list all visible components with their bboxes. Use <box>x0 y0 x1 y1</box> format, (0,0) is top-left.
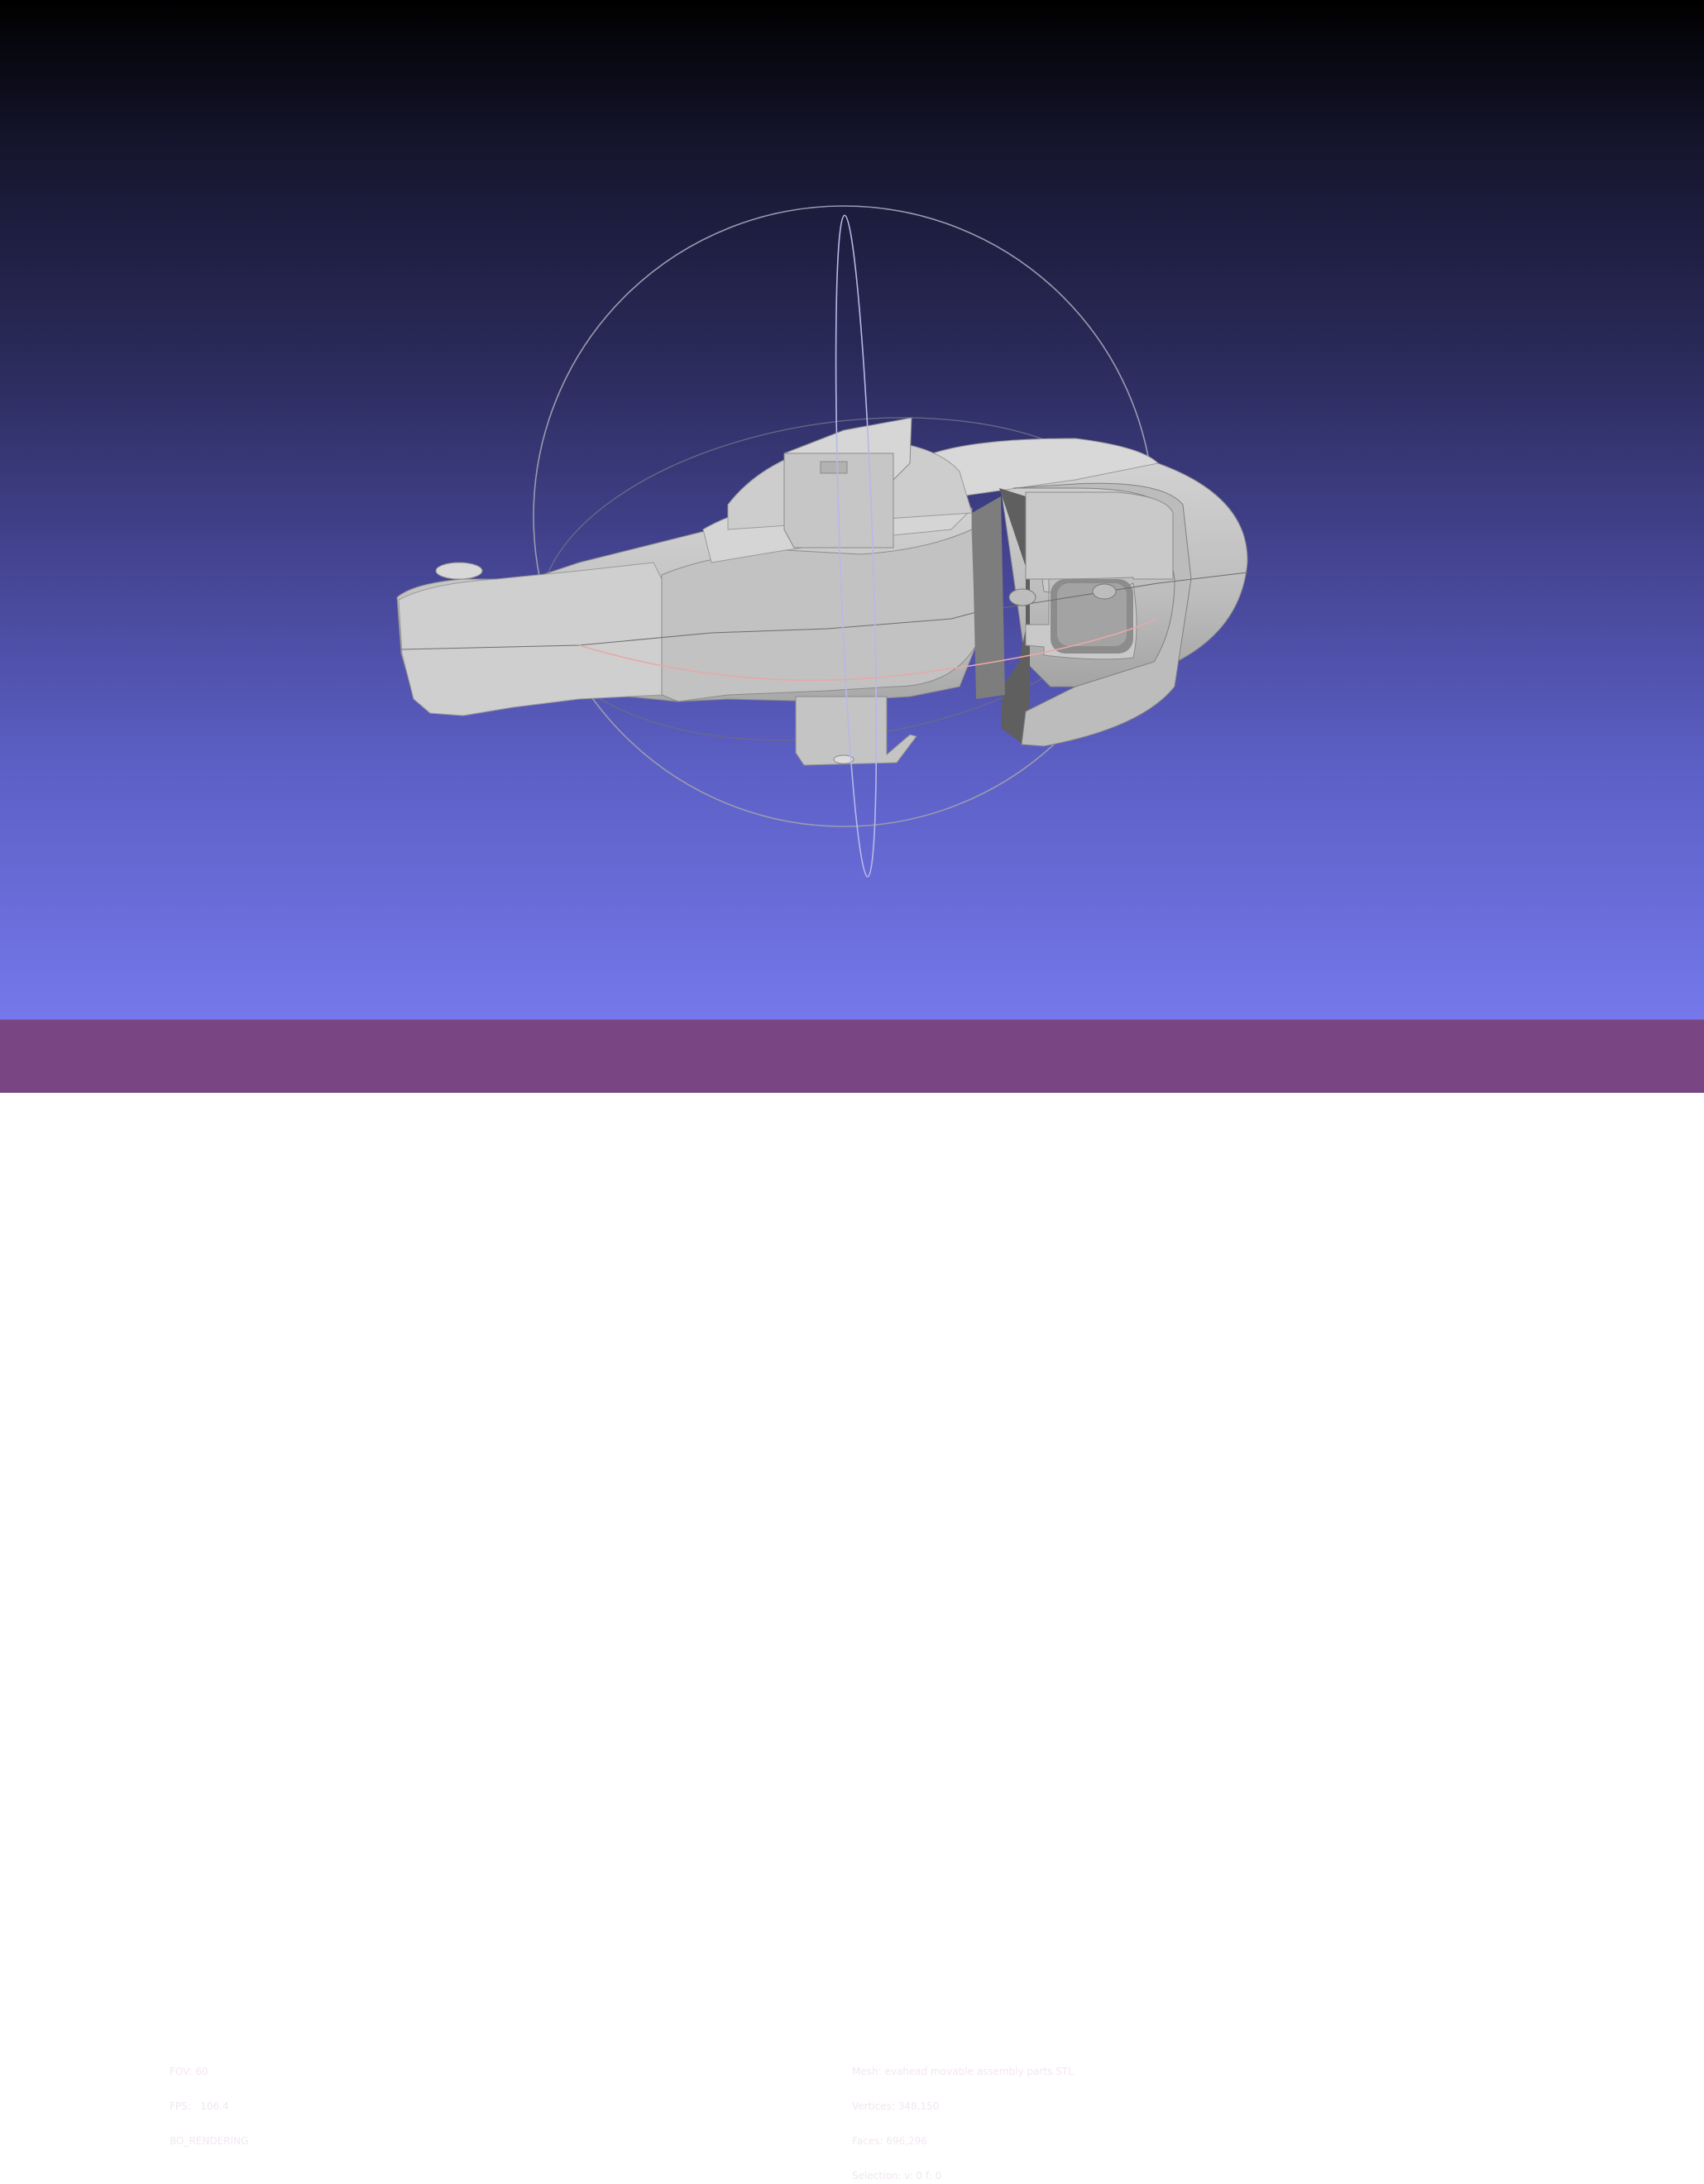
fps-readout: FPS: 106.4 <box>170 2100 229 2112</box>
mesh-lower-block <box>795 696 917 766</box>
3d-scene[interactable] <box>0 0 1704 1019</box>
render-info: FOV: 60 FPS: 106.4 BO_RENDERING <box>170 2043 248 2170</box>
mesh-name-readout: Mesh: evahead movable assembly parts.STL <box>852 2066 1074 2077</box>
mesh-gap-shadow <box>972 496 1005 699</box>
mesh-pin-1 <box>1008 588 1036 606</box>
3d-viewport[interactable] <box>0 0 1704 1019</box>
vertices-readout: Vertices: 348,150 <box>852 2100 940 2112</box>
mesh-knob <box>435 562 483 580</box>
mesh-c-slot-inner <box>1057 583 1127 646</box>
render-mode: BO_RENDERING <box>170 2135 249 2147</box>
selection-readout: Selection: v: 0 f: 0 <box>852 2170 942 2182</box>
mesh-upright-notch <box>820 461 848 474</box>
mesh-pin-2 <box>1092 583 1117 600</box>
status-bar: FOV: 60 FPS: 106.4 BO_RENDERING Mesh: ev… <box>0 1019 1704 2182</box>
fov-readout: FOV: 60 <box>170 2066 208 2077</box>
mesh-info: Mesh: evahead movable assembly parts.STL… <box>852 2043 1074 2184</box>
faces-readout: Faces: 696,296 <box>852 2135 927 2147</box>
